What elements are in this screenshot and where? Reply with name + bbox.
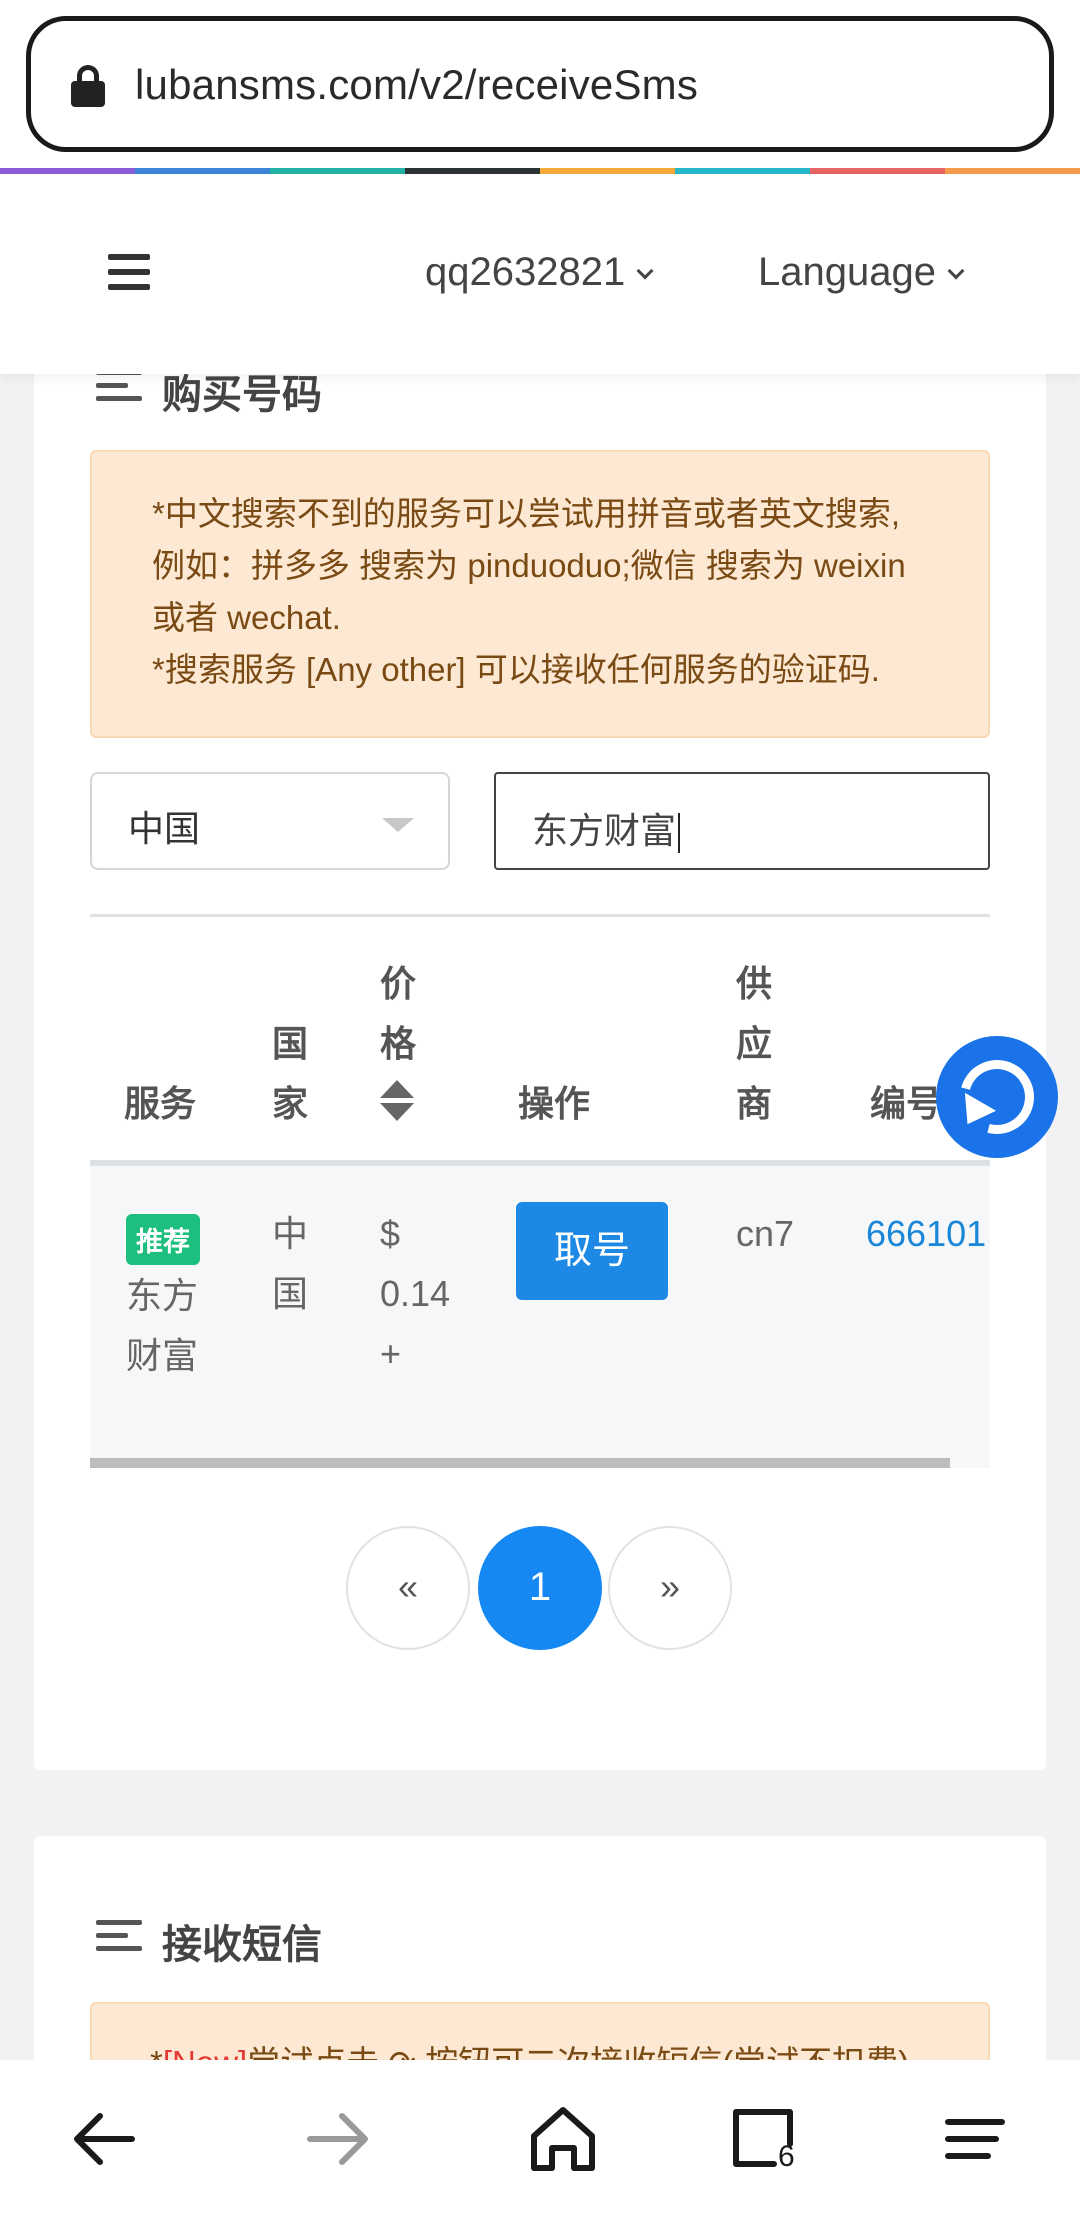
take-number-button[interactable]: 取号: [516, 1202, 668, 1300]
lock-icon: [71, 65, 105, 107]
pagination-page-1[interactable]: 1: [478, 1526, 602, 1650]
user-name: qq2632821: [425, 250, 626, 294]
pagination-next[interactable]: »: [608, 1526, 732, 1650]
url-text[interactable]: lubansms.com/v2/receiveSms: [135, 61, 698, 109]
search-tips-alert: *中文搜索不到的服务可以尝试用拼音或者英文搜索,例如：拼多多 搜索为 pindu…: [90, 450, 990, 738]
th-provider[interactable]: 供应商: [736, 954, 776, 1134]
sort-icon[interactable]: [380, 1080, 414, 1124]
address-bar[interactable]: lubansms.com/v2/receiveSms: [26, 16, 1054, 152]
section-title: 接收短信: [162, 1923, 322, 1967]
service-search-input[interactable]: 东方财富: [494, 772, 990, 870]
floating-refresh-button[interactable]: [936, 1036, 1058, 1158]
tabs-icon: [733, 2109, 793, 2167]
cell-id-link[interactable]: 666101: [866, 1204, 990, 1264]
th-action: 操作: [518, 1083, 591, 1124]
recommended-badge: 推荐: [126, 1214, 200, 1265]
th-id[interactable]: 编号: [870, 1074, 942, 1134]
tabs-button[interactable]: 6: [722, 2094, 812, 2184]
country-select[interactable]: 中国: [90, 772, 450, 870]
tip-line-2: *搜索服务 [Any other] 可以接收任何服务的验证码.: [152, 651, 880, 688]
th-service[interactable]: 服务: [124, 1074, 196, 1134]
pagination-prev[interactable]: «: [346, 1526, 470, 1650]
menu-lines-icon[interactable]: [930, 2094, 1020, 2184]
back-arrow-icon[interactable]: [60, 2094, 150, 2184]
chevron-down-icon: [636, 262, 654, 280]
cell-country: 中国: [272, 1213, 309, 1314]
forward-arrow-icon[interactable]: [292, 2094, 382, 2184]
table-row: 推荐 东方财富 中国 $ 0.14 + 取号 cn7 666101: [90, 1166, 990, 1468]
cell-service: 东方财富: [126, 1275, 199, 1376]
search-input-value: 东方财富: [532, 802, 681, 854]
tip-line-1: *中文搜索不到的服务可以尝试用拼音或者英文搜索,例如：拼多多 搜索为 pindu…: [152, 495, 906, 636]
menu-icon[interactable]: [108, 254, 150, 290]
divider: [90, 914, 990, 917]
list-icon: [96, 1920, 142, 1959]
user-dropdown[interactable]: qq2632821: [425, 250, 654, 295]
cell-provider: cn7: [736, 1213, 795, 1254]
language-label: Language: [758, 250, 936, 294]
cell-price: $ 0.14 +: [380, 1213, 451, 1374]
language-dropdown[interactable]: Language: [758, 250, 965, 295]
th-country[interactable]: 国家: [272, 1014, 312, 1134]
th-price[interactable]: 价格: [380, 954, 420, 1074]
browser-bottom-bar: 6: [0, 2060, 1080, 2224]
list-icon: [96, 370, 142, 409]
browser-top-bar: lubansms.com/v2/receiveSms: [0, 0, 1080, 174]
site-navbar: qq2632821 Language: [0, 174, 1080, 374]
dropdown-arrow-icon: [382, 818, 414, 832]
horizontal-scrollbar[interactable]: [90, 1458, 950, 1468]
home-icon[interactable]: [518, 2094, 608, 2184]
chevron-down-icon: [947, 262, 965, 280]
country-select-value: 中国: [128, 808, 201, 849]
tab-count: 6: [778, 2140, 795, 2173]
buy-number-card: 购买号码 *中文搜索不到的服务可以尝试用拼音或者英文搜索,例如：拼多多 搜索为 …: [34, 330, 1046, 1770]
